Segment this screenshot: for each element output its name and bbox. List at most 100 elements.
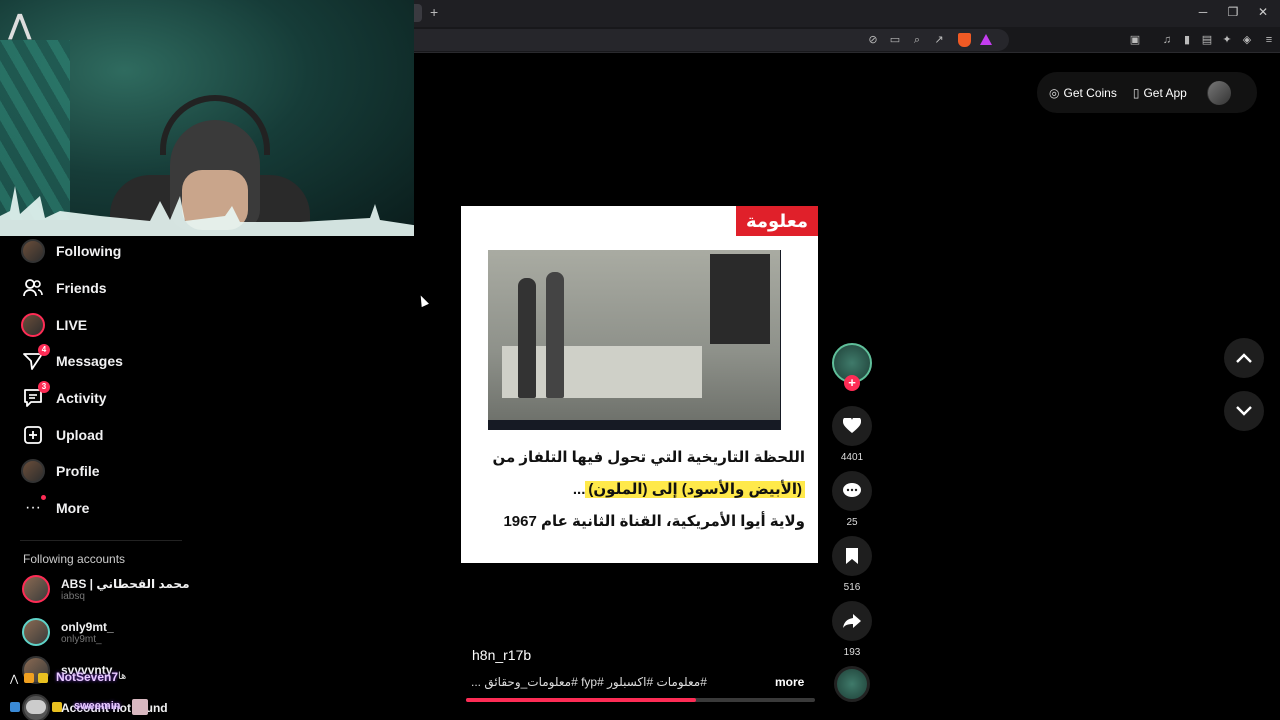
audio-visualizer [0,186,414,236]
sidebar-divider [20,540,182,541]
video-progress-bar[interactable] [466,698,815,702]
sidebar-item-label: Following [56,243,122,259]
streamer-logo-icon: ⋀ [8,9,32,40]
share-icon[interactable]: ↗ [932,33,946,47]
post-caption: #معلومات #اكسبلور #fyp #معلومات_وحقائق .… [471,675,707,689]
chevron-up-icon [1236,353,1252,363]
minimize-button[interactable]: ─ [1196,5,1210,19]
video-caption-highlight: (الأبيض والأسود) إلى (الملون) [585,481,805,498]
following-account-item[interactable]: ABS | محمد القحطاني iabsq [22,573,190,605]
reader-icon[interactable]: ⊘ [866,33,880,47]
webcam-headset [160,95,270,155]
sidebar-item-following[interactable]: Following [20,238,121,264]
user-avatar[interactable] [1206,80,1231,105]
sidebar-item-more[interactable]: ··· More [20,495,89,521]
post-author[interactable]: h8n_r17b [472,647,531,663]
video-tag: معلومة [736,206,818,236]
photo-person [518,278,536,398]
sidebar-toggle-icon[interactable]: ▮ [1180,33,1194,47]
account-username: iabsq [61,590,85,602]
sidebar-item-profile[interactable]: Profile [20,458,100,484]
activity-badge: 3 [38,381,50,393]
profile-avatar-icon [20,458,46,484]
account-username: only9mt_ [61,633,102,645]
chat-badge-icon [38,673,48,683]
friends-icon [20,275,46,301]
menu-icon[interactable]: ≡ [1262,33,1276,47]
like-count: 4401 [840,452,864,463]
chat-badge-icon [10,702,20,712]
wallet-icon[interactable]: ▤ [1200,33,1214,47]
address-bar [414,27,1280,53]
cast-icon[interactable]: ▭ [888,33,902,47]
comment-action: 25 [832,471,872,528]
music-icon[interactable]: ♫ [1160,33,1174,47]
sidebar-item-label: Upload [56,427,104,443]
brave-rewards-icon[interactable] [980,34,992,45]
like-button[interactable] [832,406,872,446]
zoom-icon[interactable]: ⌕ [910,33,924,47]
share-arrow-icon [843,614,861,628]
more-button[interactable]: more [775,675,804,689]
share-button[interactable] [832,601,872,641]
chat-username: sweemin [74,700,121,712]
get-app-label: Get App [1143,85,1187,100]
vpn-icon[interactable]: ◈ [1240,33,1254,47]
save-button[interactable] [832,536,872,576]
sidebar-item-activity[interactable]: 3 Activity [20,381,107,411]
chevron-down-icon [1236,406,1252,416]
next-video-button[interactable] [1224,391,1264,431]
video-player[interactable]: معلومة اللحظة التاريخية التي تحول فيها ا… [461,206,818,563]
webcam-overlay: ⋀ [0,0,414,236]
save-action: 516 [832,536,872,593]
sidebar-item-live[interactable]: LIVE [20,312,87,338]
video-caption-line: (الأبيض والأسود) إلى (الملون)... [475,480,805,498]
messages-icon: 4 [20,344,50,374]
bookmark-icon [846,548,858,564]
messages-badge: 4 [38,344,50,356]
get-coins-button[interactable]: ◎ Get Coins [1049,86,1117,100]
chat-badge-icon [52,702,62,712]
heart-icon [843,418,861,433]
screenshot-icon[interactable]: ▣ [1128,33,1142,47]
restore-button[interactable]: ❐ [1226,5,1240,19]
share-count: 193 [843,647,861,658]
video-caption-line: اللحظة التاريخية التي تحول فيها التلفاز … [492,449,805,466]
get-app-button[interactable]: ▯ Get App [1133,86,1187,100]
chat-username: NotSeven7 [56,670,119,684]
video-photo [488,250,780,420]
sidebar-item-label: Messages [56,353,123,369]
share-action: 193 [832,601,872,658]
video-photo-frame [488,250,781,430]
comment-button[interactable] [832,471,872,511]
sidebar-item-friends[interactable]: Friends [20,275,107,301]
sidebar-item-messages[interactable]: 4 Messages [20,344,123,374]
video-progress-fill [466,698,697,702]
close-window-button[interactable]: ✕ [1256,5,1270,19]
sidebar-item-label: Profile [56,463,100,479]
more-dots-icon: ··· [20,495,46,521]
account-avatar [22,618,50,646]
chat-emote-icon [132,699,148,715]
following-avatar-icon [20,238,46,264]
mouse-cursor-icon [417,293,429,308]
music-disc-icon[interactable] [834,666,870,702]
get-coins-label: Get Coins [1063,85,1117,100]
photo-person [546,272,564,398]
follow-plus-icon[interactable]: + [844,375,860,391]
brave-shield-icon[interactable] [958,33,971,47]
comment-icon [843,483,861,497]
sidebar-item-label: Activity [56,390,107,406]
tab[interactable] [414,4,422,22]
following-account-item[interactable]: only9mt_ only9mt_ [22,616,114,648]
sidebar-item-label: Friends [56,280,107,296]
chat-avatar [26,700,46,714]
upload-icon [20,422,46,448]
ai-icon[interactable]: ✦ [1220,33,1234,47]
sidebar-item-upload[interactable]: Upload [20,422,103,448]
sidebar: Following Friends LIVE 4 Messages 3 Acti… [0,236,414,720]
chevron-up-icon: ⋀ [10,674,19,685]
new-tab-button[interactable]: + [430,4,438,20]
header-actions: ◎ Get Coins ▯ Get App [1037,72,1257,113]
previous-video-button[interactable] [1224,338,1264,378]
